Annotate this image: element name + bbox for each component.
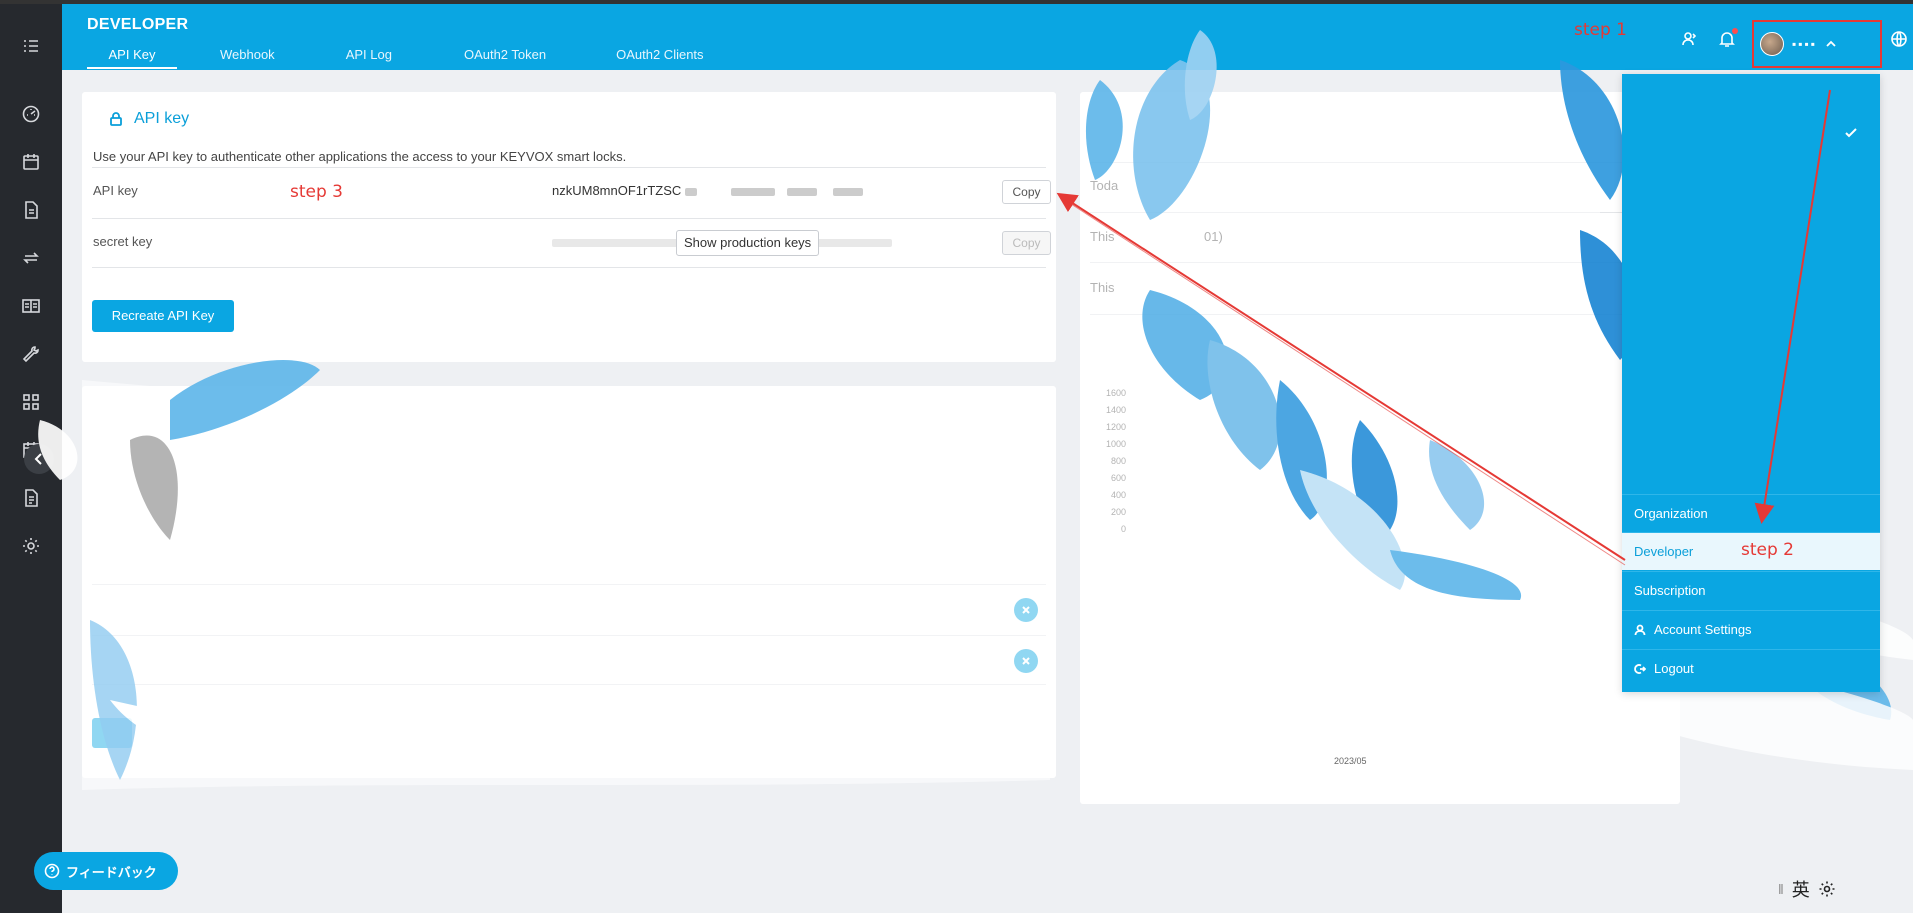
divider — [1090, 162, 1670, 163]
list-item — [92, 584, 1046, 634]
y-tick: 200 — [1110, 507, 1126, 517]
tab-oauth2-clients[interactable]: OAuth2 Clients — [600, 45, 719, 69]
feedback-label: フィードバック — [66, 864, 157, 880]
menu-item-label: Organization — [1634, 506, 1708, 521]
document-icon[interactable] — [19, 198, 43, 222]
grid-icon[interactable] — [19, 390, 43, 414]
y-tick: 0 — [1120, 524, 1126, 534]
secondary-card — [82, 386, 1056, 778]
user-menu-toggle[interactable]: ▪▪▪▪ — [1752, 20, 1882, 68]
secret-key-row: secret key Show production keys Copy — [92, 218, 1051, 268]
user-dropdown-menu: Organization Developer Subscription Acco… — [1622, 74, 1880, 692]
x-axis-label: 2023/05 — [1334, 756, 1367, 766]
show-production-keys-button[interactable]: Show production keys — [676, 230, 820, 256]
check-icon — [1845, 128, 1857, 138]
ime-indicator: ‖ 英 — [1778, 876, 1836, 902]
secret-key-label: secret key — [93, 234, 153, 249]
menu-item-label: Account Settings — [1654, 622, 1752, 637]
redaction-mask — [685, 187, 698, 196]
divider — [1090, 262, 1670, 263]
user-icon — [1634, 624, 1646, 635]
annotation-step-2: step 2 — [1741, 540, 1794, 560]
api-key-card-title: API key — [108, 110, 189, 128]
api-key-card: API key Use your API key to authenticate… — [82, 92, 1056, 362]
add-button[interactable] — [92, 718, 132, 748]
api-key-value-wrap: nzkUM8mnOF1rTZSC — [552, 183, 864, 198]
avatar — [1760, 32, 1784, 56]
help-icon — [44, 863, 60, 879]
tab-bar: API Key Webhook API Log OAuth2 Token OAu… — [87, 45, 720, 69]
redaction-mask — [787, 187, 818, 196]
lock-icon — [110, 112, 122, 126]
stats-row-label: This — [1090, 280, 1115, 295]
settings-icon[interactable] — [19, 534, 43, 558]
menu-item-label: Developer — [1634, 544, 1694, 559]
redaction-mask — [731, 187, 776, 196]
menu-item-label: Logout — [1654, 661, 1694, 676]
close-icon — [1022, 657, 1030, 665]
y-tick: 800 — [1110, 456, 1126, 466]
copy-secret-key-button[interactable]: Copy — [1002, 231, 1051, 255]
api-key-value: nzkUM8mnOF1rTZSC — [552, 183, 682, 198]
y-tick: 600 — [1110, 473, 1126, 483]
y-tick: 1000 — [1105, 439, 1126, 449]
tab-oauth2-token[interactable]: OAuth2 Token — [448, 45, 562, 69]
redaction-mask — [833, 187, 864, 196]
api-key-title-text: API key — [134, 110, 190, 127]
menu-item-label: Subscription — [1634, 583, 1706, 598]
tab-api-key[interactable]: API Key — [87, 45, 177, 69]
ime-separator: ‖ — [1778, 881, 1784, 897]
stats-card: Toda This 01) This 1600 1400 1200 1000 8… — [1080, 92, 1680, 804]
book-icon[interactable] — [19, 294, 43, 318]
sync-icon[interactable] — [19, 246, 43, 270]
y-tick: 1200 — [1105, 422, 1126, 432]
annotation-step-1: step 1 — [1574, 20, 1627, 40]
feedback-button[interactable]: フィードバック — [34, 852, 178, 890]
api-key-description: Use your API key to authenticate other a… — [93, 149, 627, 164]
page-title: DEVELOPER — [87, 16, 189, 33]
collapse-sidebar-button[interactable] — [24, 444, 54, 474]
ime-settings-icon[interactable] — [1818, 880, 1836, 898]
menu-item-account-settings[interactable]: Account Settings — [1622, 610, 1880, 648]
notification-dot — [1732, 28, 1738, 34]
menu-item-subscription[interactable]: Subscription — [1622, 571, 1880, 609]
stats-row-label: Toda — [1090, 178, 1119, 193]
divider — [1090, 212, 1670, 213]
ime-language[interactable]: 英 — [1792, 876, 1810, 902]
remove-button[interactable] — [1014, 649, 1038, 673]
menu-icon[interactable] — [19, 34, 43, 58]
y-tick: 400 — [1110, 490, 1126, 500]
globe-icon[interactable] — [1888, 28, 1910, 50]
divider — [1090, 314, 1670, 315]
wrench-icon[interactable] — [19, 342, 43, 366]
stats-row-suffix: 01) — [1204, 229, 1223, 244]
copy-api-key-button[interactable]: Copy — [1002, 180, 1051, 204]
dashboard-icon[interactable] — [19, 102, 43, 126]
tab-api-log[interactable]: API Log — [330, 45, 408, 69]
stats-row-label: This — [1090, 229, 1115, 244]
app-header: DEVELOPER API Key Webhook API Log OAuth2… — [62, 4, 1913, 70]
close-icon — [1022, 606, 1030, 614]
menu-item-organization[interactable]: Organization — [1622, 494, 1880, 532]
user-name: ▪▪▪▪ — [1792, 37, 1818, 51]
remove-button[interactable] — [1014, 598, 1038, 622]
recreate-api-key-button[interactable]: Recreate API Key — [92, 300, 234, 332]
chevron-left-icon — [34, 453, 42, 465]
calendar-icon[interactable] — [19, 150, 43, 174]
sidebar — [0, 4, 62, 913]
list-item — [92, 635, 1046, 685]
annotation-step-3: step 3 — [290, 182, 343, 202]
y-tick: 1400 — [1105, 405, 1126, 415]
logout-icon — [1634, 663, 1646, 674]
contacts-icon[interactable] — [1678, 28, 1700, 50]
api-key-row: API key nzkUM8mnOF1rTZSC Copy — [92, 167, 1051, 217]
tab-webhook[interactable]: Webhook — [204, 45, 291, 69]
api-key-label: API key — [93, 183, 138, 198]
y-tick: 1600 — [1105, 388, 1126, 398]
chevron-up-icon — [1826, 40, 1836, 47]
bell-icon[interactable] — [1716, 28, 1738, 50]
menu-item-logout[interactable]: Logout — [1622, 649, 1880, 687]
report-icon[interactable] — [19, 486, 43, 510]
